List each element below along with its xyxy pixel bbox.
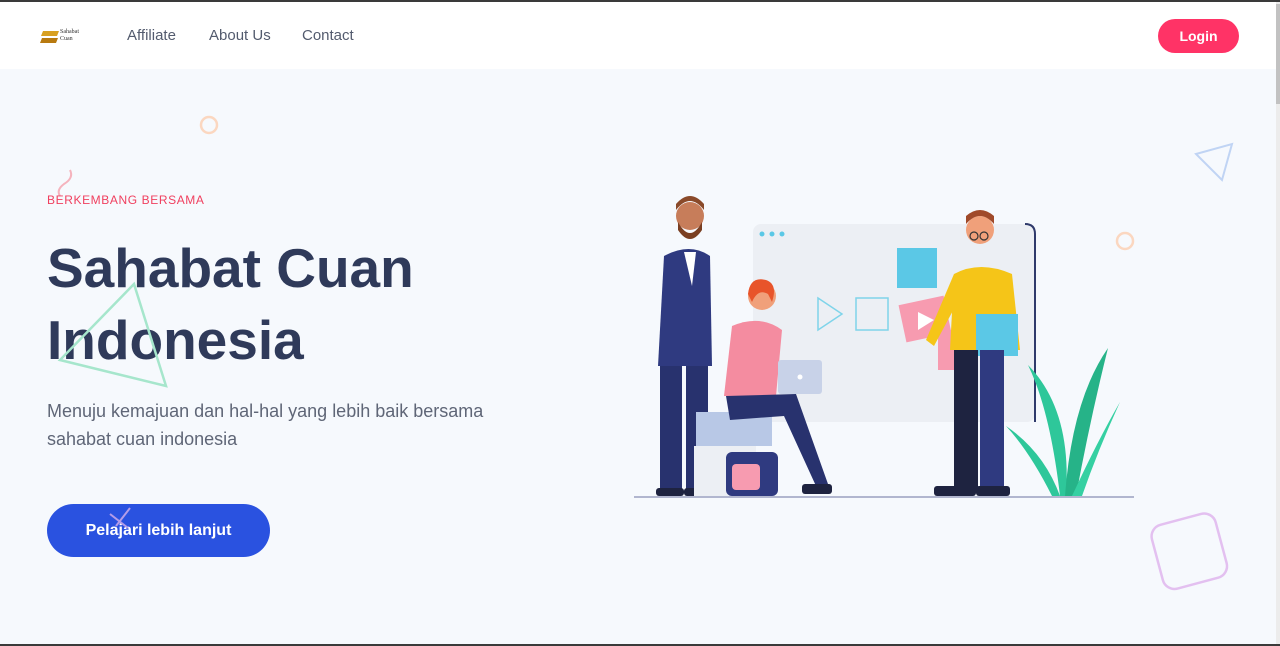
learn-more-button[interactable]: Pelajari lebih lanjut	[47, 504, 270, 557]
logo[interactable]: Sahabat Cuan	[40, 28, 84, 46]
nav-affiliate[interactable]: Affiliate	[127, 27, 176, 44]
triangle-decoration-icon	[1194, 142, 1234, 182]
window-frame-top	[0, 0, 1280, 2]
logo-text: Sahabat Cuan	[60, 29, 79, 42]
page-scrollbar[interactable]	[1276, 2, 1280, 644]
logo-icon	[40, 31, 59, 43]
login-button[interactable]: Login	[1158, 19, 1239, 53]
hero-eyebrow: BERKEMBANG BERSAMA	[47, 193, 205, 207]
cross-decoration-icon	[109, 507, 131, 529]
nav-contact[interactable]: Contact	[302, 27, 354, 44]
hero-subtitle-line1: Menuju kemajuan dan hal-hal yang lebih b…	[47, 401, 484, 421]
hero-subtitle-line2: sahabat cuan indonesia	[47, 429, 238, 449]
circle-decoration-icon	[199, 115, 219, 135]
hero-illustration	[634, 196, 1134, 498]
site-header: Sahabat Cuan Affiliate About Us Contact …	[0, 2, 1276, 69]
square-decoration-icon	[1150, 512, 1229, 591]
hero-subtitle: Menuju kemajuan dan hal-hal yang lebih b…	[47, 397, 527, 453]
nav-about-us[interactable]: About Us	[209, 27, 271, 44]
triangle-outline-decoration-icon	[57, 281, 168, 388]
scrollbar-thumb[interactable]	[1276, 4, 1280, 104]
